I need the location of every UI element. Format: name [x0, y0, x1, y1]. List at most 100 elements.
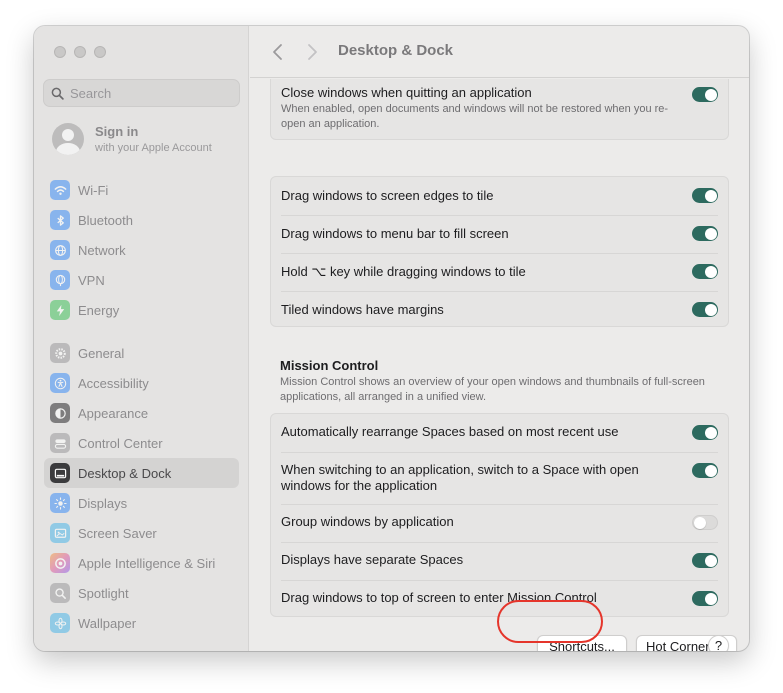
mission-control-row: Group windows by application — [271, 504, 728, 542]
tiling-row-label: Drag windows to menu bar to fill screen — [281, 226, 509, 241]
tiling-toggle[interactable] — [692, 264, 718, 279]
gear-icon — [50, 343, 70, 363]
energy-bolt-icon — [50, 300, 70, 320]
vpn-globe-icon — [50, 270, 70, 290]
sidebar-item-wi-fi[interactable]: Wi-Fi — [44, 175, 239, 205]
mission-control-toggle[interactable] — [692, 515, 718, 530]
sidebar-item-network[interactable]: Network — [44, 235, 239, 265]
tiling-row: Tiled windows have margins — [271, 291, 728, 329]
appearance-icon — [50, 403, 70, 423]
help-button[interactable]: ? — [708, 635, 729, 651]
mission-control-heading: Mission Control — [280, 358, 379, 373]
sidebar-item-label: Network — [78, 242, 126, 258]
mission-control-row-label: Displays have separate Spaces — [281, 552, 464, 567]
account-name: Sign in — [95, 124, 139, 139]
sidebar-item-label: Bluetooth — [78, 212, 133, 228]
sidebar-item-label: Energy — [78, 302, 120, 318]
sidebar-item-screen-saver[interactable]: Screen Saver — [44, 518, 239, 548]
sidebar-item-label: Desktop & Dock — [78, 465, 172, 481]
tiling-row-label: Hold ⌥ key while dragging windows to til… — [281, 264, 526, 279]
mission-control-row: When switching to an application, switch… — [271, 452, 728, 504]
search-icon — [51, 87, 64, 100]
globe-icon — [50, 240, 70, 260]
mission-control-row-label: When switching to an application, switch… — [281, 462, 639, 493]
sidebar-item-bluetooth[interactable]: Bluetooth — [44, 205, 239, 235]
siri-icon — [50, 553, 70, 573]
sidebar-item-label: Accessibility — [78, 375, 149, 391]
wifi-icon — [50, 180, 70, 200]
mission-control-toggle[interactable] — [692, 463, 718, 478]
minimize-window-button[interactable] — [74, 46, 86, 58]
sidebar-item-label: General — [78, 345, 125, 361]
sun-icon — [50, 493, 70, 513]
sidebar-item-wallpaper[interactable]: Wallpaper — [44, 608, 239, 638]
row-divider — [281, 291, 718, 292]
mission-control-row-label: Automatically rearrange Spaces based on … — [281, 424, 619, 439]
account-signin[interactable]: Sign in with your Apple Account — [52, 123, 212, 155]
sidebar-item-label: Screen Saver — [78, 525, 157, 541]
shortcuts-highlight-annotation — [497, 600, 603, 643]
row-divider — [281, 452, 718, 453]
chevron-left-icon — [273, 44, 282, 60]
search-input[interactable]: Search — [43, 79, 240, 107]
tiling-row-label: Drag windows to screen edges to tile — [281, 188, 494, 203]
magnifier-icon — [50, 583, 70, 603]
mission-control-toggle[interactable] — [692, 591, 718, 606]
tiling-card: Drag windows to screen edges to tile Drag… — [270, 176, 729, 327]
mission-control-toggle[interactable] — [692, 425, 718, 440]
row-divider — [281, 542, 718, 543]
avatar — [52, 123, 84, 155]
toolbar: Desktop & Dock — [250, 26, 749, 78]
sidebar-item-label: Spotlight — [78, 585, 129, 601]
forward-button[interactable] — [302, 41, 322, 63]
sidebar-item-vpn[interactable]: VPN — [44, 265, 239, 295]
sidebar-item-appearance[interactable]: Appearance — [44, 398, 239, 428]
sidebar-item-desktop-dock[interactable]: Desktop & Dock — [44, 458, 239, 488]
tiling-toggle[interactable] — [692, 226, 718, 241]
mission-control-toggle[interactable] — [692, 553, 718, 568]
page-title: Desktop & Dock — [338, 42, 454, 59]
sidebar-item-control-center[interactable]: Control Center — [44, 428, 239, 458]
mission-control-description: Mission Control shows an overview of you… — [280, 376, 705, 403]
mission-control-row: Automatically rearrange Spaces based on … — [271, 414, 728, 452]
tiling-row: Hold ⌥ key while dragging windows to til… — [271, 253, 728, 291]
tiling-toggle[interactable] — [692, 302, 718, 317]
tiling-toggle[interactable] — [692, 188, 718, 203]
accessibility-icon — [50, 373, 70, 393]
tiling-row-label: Tiled windows have margins — [281, 302, 444, 317]
sidebar-item-label: Displays — [78, 495, 128, 511]
sidebar-item-spotlight[interactable]: Spotlight — [44, 578, 239, 608]
mission-control-row: Displays have separate Spaces — [271, 542, 728, 580]
close-windows-description: When enabled, open documents and windows… — [281, 103, 669, 130]
close-window-button[interactable] — [54, 46, 66, 58]
sidebar-item-accessibility[interactable]: Accessibility — [44, 368, 239, 398]
screen-saver-icon — [50, 523, 70, 543]
chevron-right-icon — [308, 44, 317, 60]
account-subtitle: with your Apple Account — [95, 142, 212, 154]
settings-content: Close windows when quitting an applicati… — [250, 79, 749, 651]
sidebar: Search Sign in with your Apple Account W… — [34, 26, 249, 651]
sidebar-item-general[interactable]: General — [44, 338, 239, 368]
dock-icon — [50, 463, 70, 483]
close-windows-card: Close windows when quitting an applicati… — [270, 79, 729, 140]
sidebar-item-energy[interactable]: Energy — [44, 295, 239, 325]
mission-control-card: Automatically rearrange Spaces based on … — [270, 413, 729, 617]
close-windows-toggle[interactable] — [692, 87, 718, 102]
search-placeholder: Search — [70, 85, 112, 101]
back-button[interactable] — [268, 41, 288, 63]
row-divider — [281, 504, 718, 505]
sidebar-item-label: VPN — [78, 272, 105, 288]
zoom-window-button[interactable] — [94, 46, 106, 58]
row-divider — [281, 253, 718, 254]
sidebar-item-displays[interactable]: Displays — [44, 488, 239, 518]
sidebar-item-label: Appearance — [78, 405, 149, 421]
flower-icon — [50, 613, 70, 633]
sidebar-item-apple-intelligence-siri[interactable]: Apple Intelligence & Siri — [44, 548, 239, 578]
tiling-row: Drag windows to menu bar to fill screen — [271, 215, 728, 253]
close-windows-label: Close windows when quitting an applicati… — [281, 85, 532, 100]
mission-control-row-label: Group windows by application — [281, 514, 454, 529]
window-controls — [54, 46, 106, 58]
bluetooth-icon — [50, 210, 70, 230]
sidebar-item-label: Wallpaper — [78, 615, 137, 631]
sidebar-item-label: Wi-Fi — [78, 182, 109, 198]
